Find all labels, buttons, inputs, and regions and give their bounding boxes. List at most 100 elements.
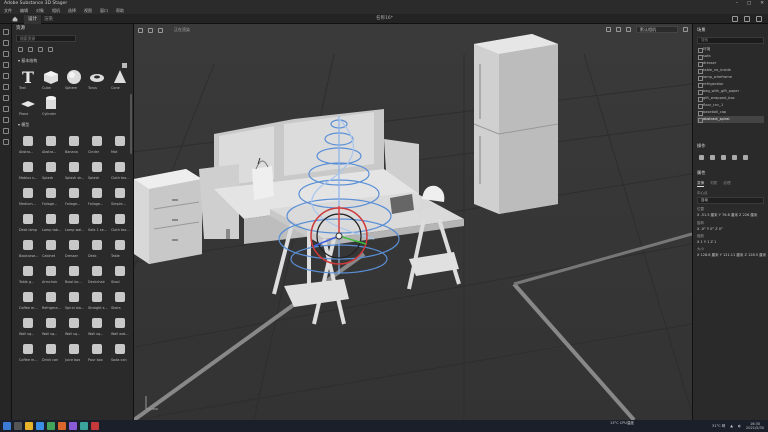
browser-icon[interactable] (36, 422, 44, 430)
model-item[interactable]: Wall wat... (109, 313, 131, 339)
group-icon[interactable] (721, 155, 726, 160)
size-values[interactable]: X 128.8 厘米 Y 121.11 厘米 Z 128.5 厘米 (693, 252, 768, 259)
model-item[interactable]: Pour box (86, 339, 108, 365)
model-item[interactable]: Spiral sta... (63, 287, 85, 313)
model-item[interactable]: Wall sq... (86, 313, 108, 339)
clock[interactable]: 16:30 2021/5/30 (746, 422, 764, 430)
camera-select[interactable]: 默认相机 (636, 26, 678, 33)
scene-tree-item[interactable]: baseball_cap (697, 109, 764, 116)
network-icon[interactable]: ▲ (730, 424, 733, 428)
camera-bookmark-icon[interactable] (683, 27, 688, 32)
model-item[interactable]: Splash sh... (63, 157, 85, 183)
model-item[interactable]: Foliage... (40, 183, 62, 209)
orbit-tool-icon[interactable] (3, 95, 9, 101)
model-item[interactable]: Dresser (63, 235, 85, 261)
models-section-title[interactable]: ▾ 模型 (12, 119, 133, 131)
frame-tool-icon[interactable] (3, 128, 9, 134)
export-icon[interactable] (756, 16, 762, 22)
model-item[interactable]: Table (109, 235, 131, 261)
refrigerator-model[interactable] (473, 34, 559, 214)
tab-texture[interactable]: 纹理 (723, 181, 730, 187)
file-explorer-icon[interactable] (25, 422, 33, 430)
model-item[interactable]: Table g... (17, 261, 39, 287)
filter-light-icon[interactable] (38, 47, 43, 52)
model-item[interactable]: Armchair (40, 261, 62, 287)
undo-icon[interactable] (616, 27, 621, 32)
filter-3d-icon[interactable] (18, 47, 23, 52)
model-item[interactable]: Deckchair (86, 261, 108, 287)
tab-material[interactable]: 材质 (710, 181, 717, 187)
model-item[interactable]: Cabinet (40, 235, 62, 261)
tab-design[interactable]: 设计 (24, 15, 41, 24)
viewport-settings-icon[interactable] (138, 27, 143, 33)
model-item[interactable]: Lamp wal... (63, 209, 85, 235)
zoom-tool-icon[interactable] (3, 84, 9, 90)
basic-section-title[interactable]: ▾ 基本结构 (12, 55, 133, 67)
model-item[interactable]: Drink can (40, 339, 62, 365)
model-item[interactable]: Abstra... (17, 131, 39, 157)
model-item[interactable]: Splash (86, 157, 108, 183)
delete-icon[interactable] (699, 155, 704, 160)
app-icon-1[interactable] (47, 422, 55, 430)
filter-material-icon[interactable] (28, 47, 33, 52)
weather-text[interactable]: 31°C 晴 (712, 424, 725, 429)
rotate-tool-icon[interactable] (3, 51, 9, 57)
model-item[interactable]: Cloth tex... (109, 209, 131, 235)
substance-stager-icon[interactable] (91, 422, 99, 430)
basic-item[interactable]: Cylinder (40, 93, 62, 119)
dresser-model[interactable] (134, 169, 202, 264)
scene-tree-item[interactable]: table_no_inside (697, 67, 764, 74)
app-icon-2[interactable] (58, 422, 66, 430)
cloud-icon[interactable] (732, 16, 738, 22)
model-item[interactable]: Mobius s... (17, 157, 39, 183)
scene-tree-item[interactable]: gift_wrapped_box (697, 95, 764, 102)
render-preview-icon[interactable] (158, 27, 163, 33)
model-item[interactable]: Abstra... (40, 131, 62, 157)
model-item[interactable]: Lamp tab... (40, 209, 62, 235)
model-item[interactable]: Desk (86, 235, 108, 261)
model-item[interactable]: Juice box (63, 339, 85, 365)
model-item[interactable]: Sofa 1 se... (86, 209, 108, 235)
viewport-canvas[interactable] (134, 24, 692, 420)
model-item[interactable]: Foliage... (86, 183, 108, 209)
model-item[interactable]: Wall sq... (17, 313, 39, 339)
scene-search-input[interactable]: 搜索 (697, 37, 764, 44)
measure-tool-icon[interactable] (3, 139, 9, 145)
model-item[interactable]: Straight s... (86, 287, 108, 313)
minimize-icon[interactable]: – (736, 0, 738, 8)
camera-tool-icon[interactable] (3, 73, 9, 79)
move-tool-icon[interactable] (3, 40, 9, 46)
maximize-icon[interactable]: □ (747, 0, 751, 8)
scene-tree-item[interactable]: dresser (697, 60, 764, 67)
volume-icon[interactable]: ◐ (738, 424, 741, 428)
pivot-select[interactable]: 自动 (697, 197, 764, 204)
model-item[interactable]: Desk lamp (17, 209, 39, 235)
basic-item[interactable]: Plane (17, 93, 39, 119)
model-item[interactable]: Mat (109, 131, 131, 157)
model-item[interactable]: Foliage... (63, 183, 85, 209)
share-icon[interactable] (744, 16, 750, 22)
tab-transform[interactable]: 变换 (697, 181, 705, 187)
scene-tree-item[interactable]: 环境 (697, 46, 764, 53)
scene-tree-item[interactable]: refrigerator (697, 81, 764, 88)
model-item[interactable]: Stool (109, 261, 131, 287)
basic-item[interactable]: Cone (109, 67, 131, 93)
tab-render[interactable]: 渲染 (40, 15, 57, 24)
basic-item[interactable]: Torus (86, 67, 108, 93)
light-tool-icon[interactable] (3, 117, 9, 123)
basic-item[interactable]: Sphere (63, 67, 85, 93)
model-item[interactable]: Soda can (109, 339, 131, 365)
scene-tree-item[interactable]: bag_with_gift_paper (697, 88, 764, 95)
assets-search-input[interactable]: 搜索资源 (16, 35, 76, 42)
model-item[interactable]: Coffee m... (17, 339, 39, 365)
redo-icon[interactable] (626, 27, 631, 32)
3d-viewport[interactable]: 正在渲染 默认相机 (134, 24, 692, 420)
app-icon-3[interactable] (69, 422, 77, 430)
model-item[interactable]: Stairs (109, 287, 131, 313)
duplicate-icon[interactable] (710, 155, 715, 160)
select-tool-icon[interactable] (3, 29, 9, 35)
model-item[interactable]: Medium... (17, 183, 39, 209)
pan-tool-icon[interactable] (3, 106, 9, 112)
basic-item[interactable]: T Text (17, 67, 39, 93)
align-icon[interactable] (732, 155, 737, 160)
